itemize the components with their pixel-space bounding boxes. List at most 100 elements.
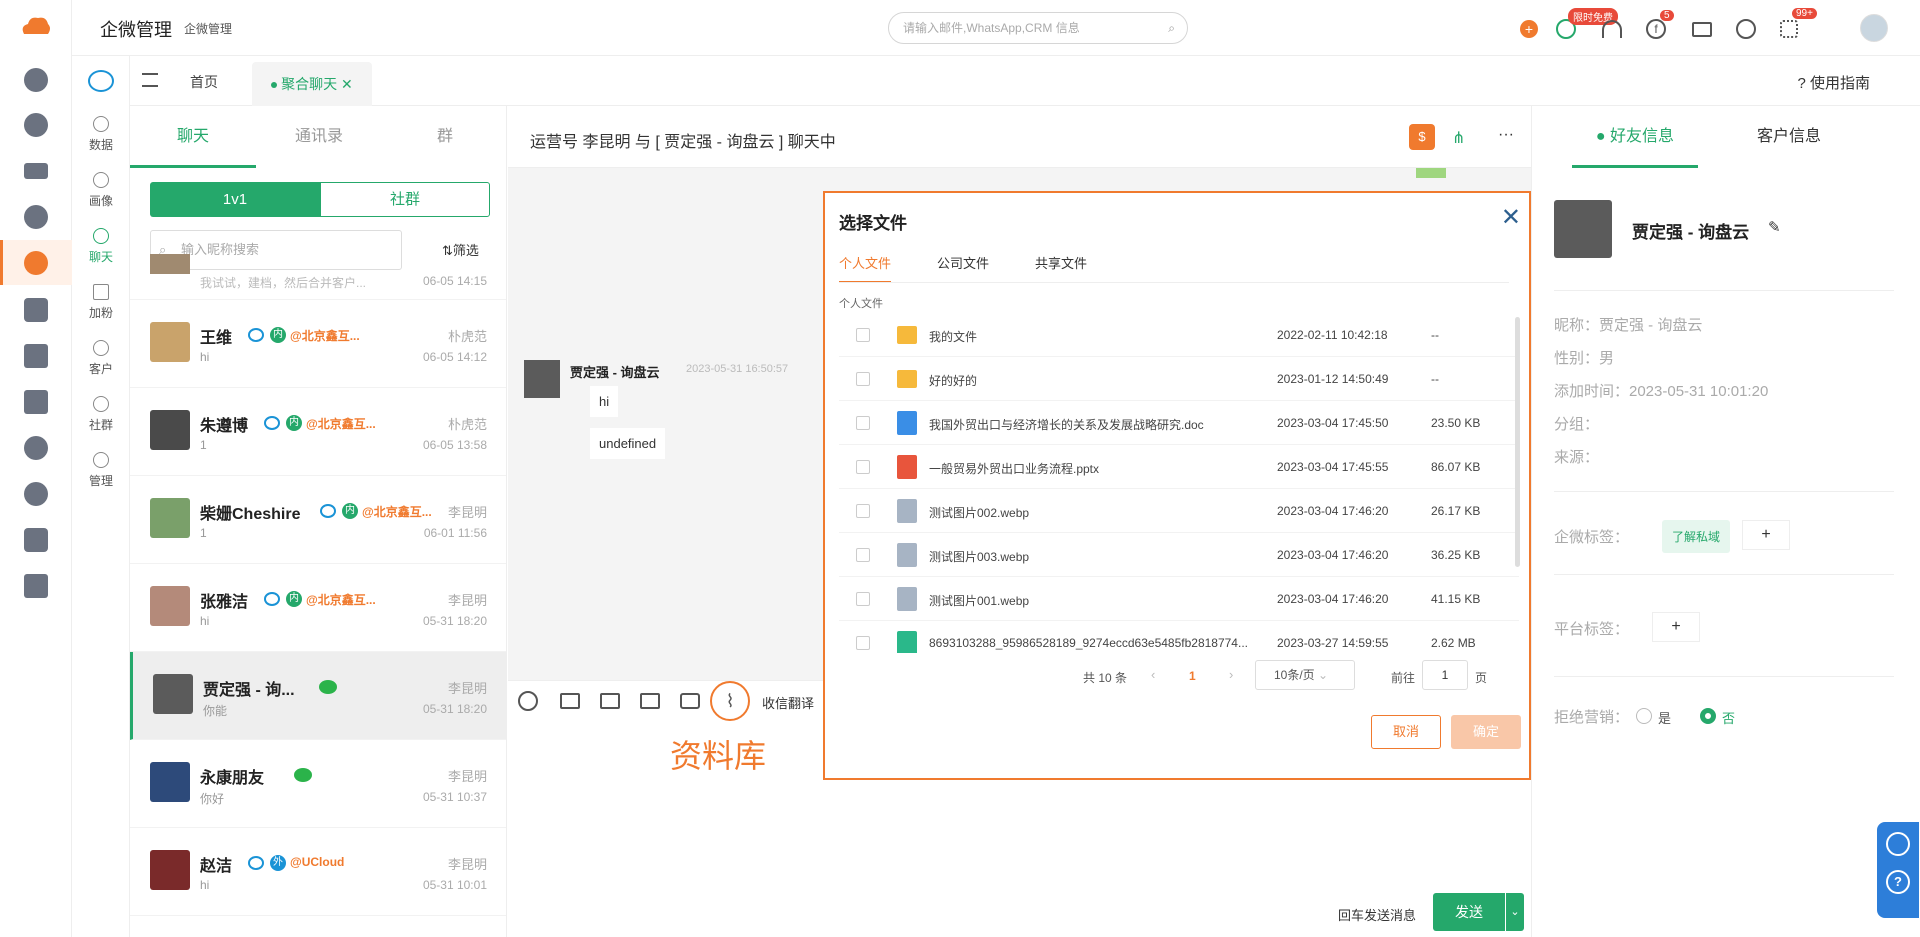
reject-yes-radio[interactable] [1636,708,1652,724]
add-icon[interactable]: + [1520,20,1538,38]
guide-link[interactable]: ? 使用指南 [1797,72,1870,93]
close-icon[interactable]: ✕ [341,76,353,92]
page-size-select[interactable]: 10条/页 ⌄ [1255,660,1355,690]
headset-icon[interactable] [1602,20,1622,38]
list-item[interactable]: 贾定强 - 询... 李昆明 你能 05-31 18:20 [130,652,506,740]
list-item[interactable]: 张雅洁 内 @北京鑫互... 李昆明 hi 05-31 18:20 [130,564,506,652]
more-icon[interactable]: ··· [1498,126,1514,144]
tab-friend-info[interactable]: ● 好友信息 [1572,106,1698,168]
list-item[interactable]: 赵洁 外 @UCloud 李昆明 hi 05-31 10:01 [130,828,506,916]
current-page[interactable]: 1 [1189,669,1196,683]
tab-group[interactable]: 群 [382,106,506,168]
file-row[interactable]: 测试图片001.webp 2023-03-04 17:46:20 41.15 KB [839,577,1519,621]
file-row[interactable]: 一般贸易外贸出口业务流程.pptx 2023-03-04 17:45:55 86.0… [839,445,1519,489]
confirm-button[interactable]: 确定 [1451,715,1521,749]
analytics-icon[interactable] [24,574,48,598]
prev-page-icon[interactable]: ‹ [1151,667,1155,682]
file-row[interactable]: 测试图片002.webp 2023-03-04 17:46:20 26.17 KB [839,489,1519,533]
global-search-input[interactable]: 请输入邮件,WhatsApp,CRM 信息 ⌕ [888,12,1188,44]
document-icon[interactable] [24,344,48,368]
tab-chat[interactable]: 聊天 [130,106,256,168]
tab-customer-info[interactable]: 客户信息 [1726,106,1852,168]
image-icon[interactable] [560,693,580,709]
board-icon[interactable] [24,390,48,414]
tab-home[interactable]: 首页 [190,72,218,92]
edit-icon[interactable]: ✎ [1768,218,1781,236]
list-item[interactable]: 王维 内 @北京鑫互... 朴虎范 hi 06-05 14:12 [130,300,506,388]
edm-icon[interactable] [24,298,48,322]
tab-aggregated-chat[interactable]: 聚合聊天 ✕ [252,62,372,106]
nav-profile[interactable]: 画像 [72,172,130,209]
dashboard-icon[interactable] [24,68,48,92]
file-row[interactable]: 我的文件 2022-02-11 10:42:18 -- [839,313,1519,357]
file-checkbox[interactable] [856,592,870,606]
cancel-button[interactable]: 取消 [1371,715,1441,749]
file-checkbox[interactable] [856,416,870,430]
file-row[interactable]: 好的好的 2023-01-12 14:50:49 -- [839,357,1519,401]
list-item[interactable]: 永康朋友 李昆明 你好 05-31 10:37 [130,740,506,828]
next-page-icon[interactable]: › [1229,667,1233,682]
nav-manage[interactable]: 管理 [72,452,130,489]
file-checkbox[interactable] [856,504,870,518]
filter-button[interactable]: ⇅筛选 [442,240,479,259]
unknown-file-icon [897,587,917,611]
search-icon[interactable]: ⌕ [1168,13,1175,43]
file-checkbox[interactable] [856,372,870,386]
file-row[interactable]: 我国外贸出口与经济增长的关系及发展战略研究.doc 2023-03-04 17:4… [839,401,1519,445]
wecom-logo-icon [88,70,114,92]
wecom-chat-icon[interactable] [24,251,48,275]
list-item[interactable]: 朱遵博 内 @北京鑫互... 朴虎范 1 06-05 13:58 [130,388,506,476]
file-row[interactable]: 测试图片003.webp 2023-03-04 17:46:20 36.25 KB [839,533,1519,577]
seg-community-label: 社群 [389,191,420,208]
whatsapp-icon[interactable] [24,205,48,229]
goto-page-input[interactable]: 1 [1422,660,1468,690]
google-icon[interactable] [24,482,48,506]
folder-icon[interactable] [640,693,660,709]
user-avatar[interactable] [1860,14,1888,42]
file-checkbox[interactable] [856,636,870,650]
apps-icon[interactable] [1780,20,1798,38]
tab-contacts[interactable]: 通讯录 [256,106,382,168]
send-options-button[interactable]: ⌄ [1506,893,1524,931]
mail-top-icon[interactable] [1692,22,1712,37]
nav-data[interactable]: 数据 [72,116,130,153]
wecom-tag[interactable]: 了解私域 [1662,520,1731,553]
tab-personal-files[interactable]: 个人文件 [839,253,892,283]
segment-1v1[interactable]: 1v1 [150,182,320,217]
video-icon[interactable] [600,693,620,709]
whatsapp-top-icon[interactable] [1736,19,1756,39]
mail-icon[interactable] [24,163,48,179]
support-widget[interactable]: ? [1877,822,1919,918]
emoji-icon[interactable] [518,691,538,711]
pie-chart-icon[interactable] [24,113,48,137]
nav-customer[interactable]: 客户 [72,340,130,377]
list-item[interactable]: 我试试，建档，然后合并客户... 06-05 14:15 [130,254,506,300]
quick-reply-icon[interactable] [680,693,700,709]
tab-shared-files[interactable]: 共享文件 [1035,253,1087,272]
nav-community[interactable]: 社群 [72,396,130,433]
reject-no-radio[interactable] [1700,708,1716,724]
share-icon[interactable]: ⋔ [1452,128,1470,147]
dollar-icon[interactable]: $ [1409,124,1435,150]
nav-add-fans[interactable]: 加粉 [72,284,130,321]
file-checkbox[interactable] [856,328,870,342]
file-row[interactable]: 8693103288_95986528189_9274eccd63e5485fb… [839,621,1519,653]
facebook-top-icon[interactable]: f [1646,19,1666,39]
menu-toggle-icon[interactable] [142,73,158,87]
add-platform-tag-button[interactable]: + [1652,612,1700,642]
facebook-icon[interactable] [24,436,48,460]
attachment-icon[interactable]: ⌇ [710,681,750,721]
segment-community[interactable]: 社群 [320,182,490,217]
file-checkbox[interactable] [856,548,870,562]
close-icon[interactable]: ✕ [1501,203,1521,232]
translate-toggle[interactable]: 收信翻译 [762,693,814,712]
file-checkbox[interactable] [856,460,870,474]
list-item[interactable]: 柴姗Cheshire 内 @北京鑫互... 李昆明 1 06-01 11:56 [130,476,506,564]
add-wecom-tag-button[interactable]: + [1742,520,1790,550]
logo-icon[interactable] [20,14,52,36]
seo-icon[interactable] [24,528,48,552]
nav-chat[interactable]: 聊天 [72,228,130,265]
file-list-scrollbar[interactable] [1515,317,1520,567]
tab-company-files[interactable]: 公司文件 [937,253,989,272]
send-button[interactable]: 发送 [1433,893,1505,931]
